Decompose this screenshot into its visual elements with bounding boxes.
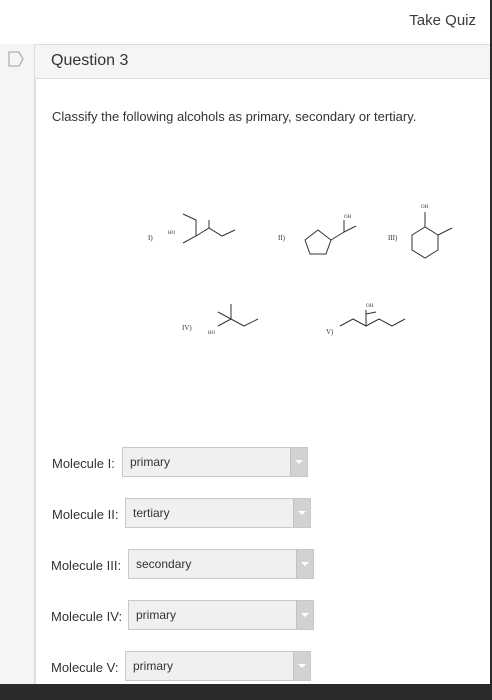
mol1-ho: HO <box>168 231 176 236</box>
answer-label: Molecule II: <box>52 507 119 522</box>
answer-label: Molecule IV: <box>51 609 123 624</box>
select-value: secondary <box>136 557 192 571</box>
chevron-down-icon[interactable] <box>290 448 307 476</box>
mol5-bonds <box>339 318 406 327</box>
answer-label: Molecule III: <box>51 558 122 573</box>
mol3-oh: OH <box>421 205 429 210</box>
chevron-down-icon[interactable] <box>296 601 313 629</box>
quiz-page: Take Quiz Question 3 Classify the follow… <box>0 0 490 684</box>
mol2-oh: OH <box>344 215 352 220</box>
mol3-ring <box>411 226 439 259</box>
select-value: primary <box>133 659 174 673</box>
molecule-4-select[interactable]: primary <box>128 600 314 630</box>
molecule-2-select[interactable]: tertiary <box>125 498 311 528</box>
molecule-3-select[interactable]: secondary <box>128 549 314 579</box>
question-header: Question 3 <box>35 44 490 79</box>
mol2-ring <box>304 229 332 255</box>
mol5-oh: OH <box>366 304 374 309</box>
chevron-down-icon[interactable] <box>296 550 313 578</box>
mol2-label: II) <box>278 234 286 242</box>
select-value: tertiary <box>133 506 170 520</box>
question-title: Question 3 <box>51 52 129 69</box>
question-body <box>35 78 491 684</box>
select-value: primary <box>136 608 177 622</box>
mol1-label: I) <box>148 234 153 242</box>
select-value: primary <box>130 455 171 469</box>
chevron-down-icon[interactable] <box>293 652 310 680</box>
question-prompt: Classify the following alcohols as prima… <box>52 109 417 124</box>
alcohol-structures-image: I) HO II) OH III) OH IV) HO V) OH <box>148 205 453 336</box>
answer-label: Molecule V: <box>51 660 119 675</box>
mol1-bonds <box>182 213 197 244</box>
molecule-1-select[interactable]: primary <box>122 447 308 477</box>
mol5-label: V) <box>326 328 334 336</box>
mol3-label: III) <box>388 234 398 242</box>
mol4-bonds <box>217 318 259 327</box>
flag-icon[interactable] <box>6 49 26 69</box>
chevron-down-icon[interactable] <box>293 499 310 527</box>
question-side-strip <box>0 44 35 684</box>
answer-label: Molecule I: <box>52 456 115 471</box>
mol4-label: IV) <box>182 324 192 332</box>
mol4-ho: HO <box>208 331 216 336</box>
molecule-5-select[interactable]: primary <box>125 651 311 681</box>
take-quiz-title: Take Quiz <box>409 12 476 29</box>
